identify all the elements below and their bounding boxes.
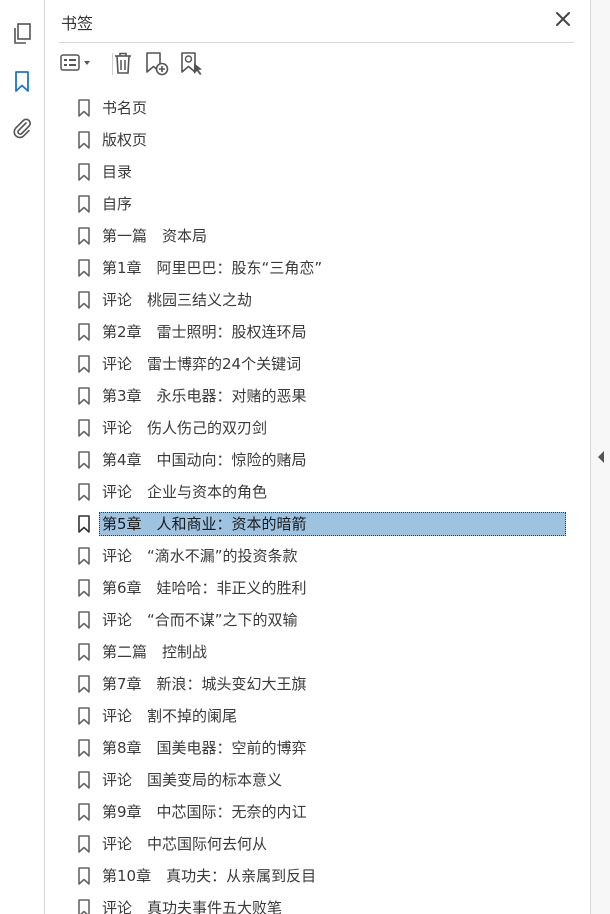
- bookmark-item[interactable]: 目录: [59, 157, 567, 187]
- bookmark-label: 第2章 雷士照明：股权连环局: [102, 323, 307, 341]
- bookmark-icon: [78, 163, 90, 181]
- bookmark-icon: [78, 579, 90, 597]
- bookmark-icon: [78, 707, 90, 725]
- bookmark-label: 第10章 真功夫：从亲属到反目: [102, 867, 317, 885]
- bookmark-item[interactable]: 第6章 娃哈哈：非正义的胜利: [59, 573, 567, 603]
- list-options-icon: [60, 54, 90, 71]
- panel-splitter[interactable]: [590, 0, 610, 914]
- bookmark-item[interactable]: 第9章 中芯国际：无奈的内讧: [59, 797, 567, 827]
- bookmark-icon: [78, 99, 90, 117]
- pages-icon[interactable]: [10, 22, 34, 46]
- bookmark-icon: [78, 739, 90, 757]
- bookmark-icon: [78, 675, 90, 693]
- bookmark-label: 书名页: [102, 99, 148, 117]
- find-bookmark-icon: [181, 52, 202, 75]
- bookmark-item[interactable]: 第4章 中国动向：惊险的赌局: [59, 445, 567, 475]
- bookmark-label: 目录: [102, 163, 133, 181]
- bookmark-icon: [78, 323, 90, 341]
- bookmark-item[interactable]: 自序: [59, 189, 567, 219]
- bookmark-item[interactable]: 第2章 雷士照明：股权连环局: [59, 317, 567, 347]
- bookmark-icon: [78, 291, 90, 309]
- bookmark-item[interactable]: 第7章 新浪：城头变幻大王旗: [59, 669, 567, 699]
- bookmark-icon: [78, 483, 90, 501]
- bookmark-icon: [78, 547, 90, 565]
- bookmark-icon: [78, 899, 90, 914]
- bookmark-icon: [78, 835, 90, 853]
- bookmark-icon: [78, 867, 90, 885]
- bookmark-icon: [78, 259, 90, 277]
- bookmark-item[interactable]: 评论 国美变局的标本意义: [59, 765, 567, 795]
- bookmark-item[interactable]: 评论 企业与资本的角色: [59, 477, 567, 507]
- new-bookmark-icon: [146, 52, 169, 76]
- bookmark-label: 评论 中芯国际何去何从: [102, 835, 268, 853]
- bookmark-item[interactable]: 第一篇 资本局: [59, 221, 567, 251]
- bookmark-toolbar: [59, 48, 579, 80]
- bookmark-label: 评论 国美变局的标本意义: [102, 771, 283, 789]
- bookmark-item[interactable]: 第二篇 控制战: [59, 637, 567, 667]
- bookmark-item[interactable]: 第1章 阿里巴巴：股东“三角恋”: [59, 253, 567, 283]
- options-menu-button[interactable]: [59, 48, 97, 78]
- bookmark-label: 第一篇 资本局: [102, 227, 208, 245]
- bookmark-label: 评论 桃园三结义之劫: [102, 291, 253, 309]
- bookmark-icon: [78, 771, 90, 789]
- new-bookmark-button[interactable]: [144, 48, 170, 78]
- delete-bookmark-button[interactable]: [111, 48, 135, 78]
- bookmark-label: 评论 企业与资本的角色: [102, 483, 268, 501]
- bookmark-item[interactable]: 评论 割不掉的阑尾: [59, 701, 567, 731]
- navigation-rail: [0, 0, 45, 914]
- bookmark-icon: [78, 451, 90, 469]
- attachments-icon[interactable]: [10, 116, 34, 140]
- bookmark-label: 第3章 永乐电器：对赌的恶果: [102, 387, 307, 405]
- bookmark-label: 第8章 国美电器：空前的博弈: [102, 739, 307, 757]
- bookmark-label: 第二篇 控制战: [102, 643, 208, 661]
- bookmark-item[interactable]: 第5章 人和商业：资本的暗箭: [59, 509, 567, 539]
- bookmark-label: 第9章 中芯国际：无奈的内讧: [102, 803, 307, 821]
- header-divider: [59, 42, 574, 43]
- find-current-bookmark-button[interactable]: [179, 48, 205, 78]
- bookmark-item[interactable]: 评论 真功夫事件五大败笔: [59, 893, 567, 914]
- bookmark-icon: [78, 131, 90, 149]
- bookmark-item[interactable]: 第3章 永乐电器：对赌的恶果: [59, 381, 567, 411]
- bookmark-item[interactable]: 第10章 真功夫：从亲属到反目: [59, 861, 567, 891]
- bookmark-icon: [78, 227, 90, 245]
- bookmark-icon: [78, 419, 90, 437]
- bookmark-item[interactable]: 评论 中芯国际何去何从: [59, 829, 567, 859]
- bookmarks-icon[interactable]: [10, 70, 34, 94]
- bookmark-item[interactable]: 评论 “合而不谋”之下的双输: [59, 605, 567, 635]
- bookmark-label: 评论 伤人伤己的双刃剑: [102, 419, 268, 437]
- bookmark-label: 第7章 新浪：城头变幻大王旗: [102, 675, 307, 693]
- bookmark-label: 评论 割不掉的阑尾: [102, 707, 238, 725]
- bookmark-label: 评论 “滴水不漏”的投资条款: [102, 547, 298, 565]
- collapse-panel-arrow-icon[interactable]: [595, 449, 607, 465]
- trash-icon: [115, 52, 131, 74]
- bookmark-item[interactable]: 评论 桃园三结义之劫: [59, 285, 567, 315]
- bookmark-icon: [78, 611, 90, 629]
- bookmark-item[interactable]: 评论 “滴水不漏”的投资条款: [59, 541, 567, 571]
- bookmark-label: 第1章 阿里巴巴：股东“三角恋”: [102, 259, 323, 277]
- bookmark-label: 第5章 人和商业：资本的暗箭: [99, 512, 566, 536]
- bookmark-label: 第4章 中国动向：惊险的赌局: [102, 451, 307, 469]
- bookmark-item[interactable]: 版权页: [59, 125, 567, 155]
- bookmark-item[interactable]: 评论 雷士博弈的24个关键词: [59, 349, 567, 379]
- bookmark-label: 评论 “合而不谋”之下的双输: [102, 611, 298, 629]
- bookmark-icon: [78, 643, 90, 661]
- bookmark-item[interactable]: 书名页: [59, 93, 567, 123]
- bookmark-icon: [78, 355, 90, 373]
- bookmark-item[interactable]: 第8章 国美电器：空前的博弈: [59, 733, 567, 763]
- bookmark-label: 第6章 娃哈哈：非正义的胜利: [102, 579, 307, 597]
- bookmark-icon: [78, 515, 90, 533]
- bookmark-icon: [78, 195, 90, 213]
- bookmark-icon: [78, 803, 90, 821]
- panel-title: 书签: [61, 14, 94, 33]
- bookmark-list: 书名页版权页目录自序第一篇 资本局第1章 阿里巴巴：股东“三角恋” 评论 桃园三结…: [59, 93, 567, 914]
- bookmark-item[interactable]: 评论 伤人伤己的双刃剑: [59, 413, 567, 443]
- bookmark-icon: [78, 387, 90, 405]
- close-icon[interactable]: [554, 10, 572, 28]
- bookmark-label: 版权页: [102, 131, 148, 149]
- bookmarks-panel: 书签 书名页 版权页 目录 自序 第一篇 资本局 第1章 阿里巴巴：股东“三角恋…: [45, 0, 590, 914]
- bookmark-label: 评论 雷士博弈的24个关键词: [102, 355, 302, 373]
- bookmark-label: 评论 真功夫事件五大败笔: [102, 899, 283, 914]
- bookmark-label: 自序: [102, 195, 133, 213]
